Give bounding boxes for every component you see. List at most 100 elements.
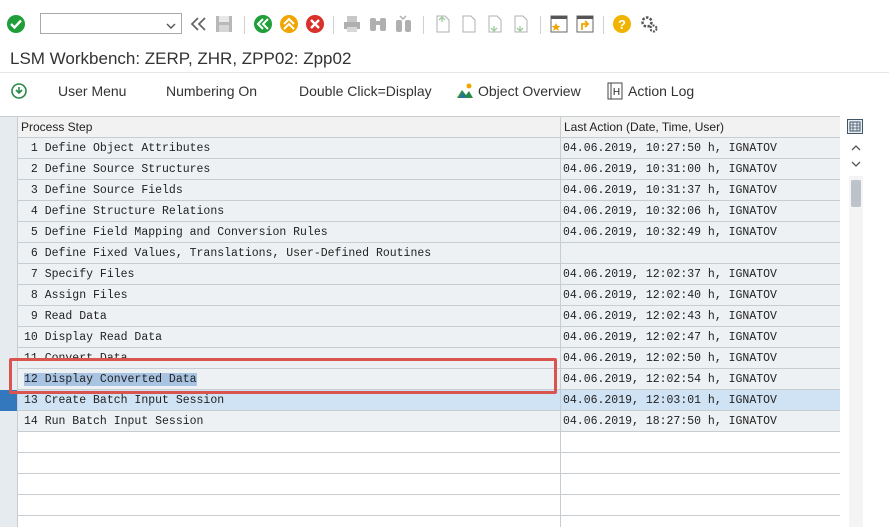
back-icon[interactable] [253,14,273,34]
last-page-icon[interactable] [510,14,530,34]
column-header-last-action[interactable]: Last Action (Date, Time, User) [561,117,840,138]
last-action-text: 04.06.2019, 12:02:43 h, IGNATOV [563,310,777,323]
first-page-icon[interactable] [432,14,452,34]
table-row[interactable]: 8 Assign Files 04.06.2019, 12:02:40 h, IG… [18,285,840,306]
command-field[interactable] [40,13,182,34]
numbering-on-button[interactable]: Numbering On [166,81,257,101]
find-icon[interactable] [368,14,388,34]
customize-layout-icon[interactable] [639,14,659,34]
process-step-cell[interactable]: 4 Define Structure Relations [18,201,561,222]
process-step-cell[interactable] [18,474,561,495]
new-session-icon[interactable] [549,14,569,34]
action-log-label: Action Log [628,83,695,99]
process-step-cell[interactable]: 3 Define Source Fields [18,180,561,201]
previous-page-icon[interactable] [458,14,478,34]
scroll-down-icon[interactable] [851,159,861,171]
table-row[interactable]: 6 Define Fixed Values, Translations, Use… [18,243,840,264]
last-action-cell [561,516,840,527]
right-column [840,116,889,527]
process-step-cell[interactable]: 9 Read Data [18,306,561,327]
table-row[interactable]: 3 Define Source Fields 04.06.2019, 10:31:… [18,180,840,201]
table-row[interactable]: 14 Run Batch Input Session 04.06.2019, 18… [18,411,840,432]
highlight-annotation [9,358,557,394]
table-row[interactable] [18,516,840,527]
process-step-cell[interactable]: 7 Specify Files [18,264,561,285]
process-step-text: 2 Define Source Structures [24,163,211,176]
scroll-up-icon[interactable] [851,143,861,155]
last-action-text: 04.06.2019, 10:31:37 h, IGNATOV [563,184,777,197]
process-step-cell[interactable]: 1 Define Object Attributes [18,138,561,159]
svg-text:?: ? [618,17,626,32]
process-step-text: 4 Define Structure Relations [24,205,225,218]
exit-icon[interactable] [279,14,299,34]
help-icon[interactable]: ? [612,14,632,34]
find-next-icon[interactable] [394,14,414,34]
last-action-cell [561,432,840,453]
table-row[interactable] [18,453,840,474]
last-action-cell: 04.06.2019, 18:27:50 h, IGNATOV [561,411,840,432]
scrollbar-thumb[interactable] [851,180,861,207]
last-action-text: 04.06.2019, 12:02:40 h, IGNATOV [563,289,777,302]
table-row[interactable]: 10 Display Read Data 04.06.2019, 12:02:47… [18,327,840,348]
object-overview-button[interactable]: Object Overview [456,81,581,101]
process-step-text: 1 Define Object Attributes [24,142,211,155]
process-step-cell[interactable] [18,432,561,453]
cancel-icon[interactable] [305,14,325,34]
table-row[interactable] [18,432,840,453]
table-row[interactable]: 1 Define Object Attributes 04.06.2019, 10… [18,138,840,159]
table-row[interactable] [18,495,840,516]
table-settings-icon[interactable] [847,119,863,134]
last-action-cell: 04.06.2019, 10:32:06 h, IGNATOV [561,201,840,222]
print-icon[interactable] [342,14,362,34]
last-action-cell: 04.06.2019, 12:03:01 h, IGNATOV [561,390,840,411]
enter-icon[interactable] [6,14,26,34]
column-header-process-step[interactable]: Process Step [18,117,561,138]
last-action-cell: 04.06.2019, 12:02:47 h, IGNATOV [561,327,840,348]
process-step-cell[interactable] [18,453,561,474]
row-selector-column [0,117,18,527]
process-step-cell[interactable] [18,516,561,527]
process-step-cell[interactable]: 14 Run Batch Input Session [18,411,561,432]
process-step-text: 5 Define Field Mapping and Conversion Ru… [24,226,328,239]
table-row[interactable]: 7 Specify Files 04.06.2019, 12:02:37 h, I… [18,264,840,285]
user-menu-button[interactable]: User Menu [58,81,126,101]
process-step-cell[interactable] [18,495,561,516]
page-title: LSM Workbench: ZERP, ZHR, ZPP02: Zpp02 [10,49,352,68]
vertical-scrollbar[interactable] [849,176,863,527]
svg-text:H: H [613,87,620,98]
process-step-text: 3 Define Source Fields [24,184,183,197]
create-shortcut-icon[interactable] [575,14,595,34]
process-step-cell[interactable]: 8 Assign Files [18,285,561,306]
process-step-text: 14 Run Batch Input Session [24,415,204,428]
last-action-text: 04.06.2019, 10:27:50 h, IGNATOV [563,142,777,155]
save-icon[interactable] [214,14,234,34]
table-row[interactable]: 5 Define Field Mapping and Conversion Ru… [18,222,840,243]
process-step-cell[interactable]: 5 Define Field Mapping and Conversion Ru… [18,222,561,243]
process-step-text: 6 Define Fixed Values, Translations, Use… [24,247,432,260]
table-row[interactable]: 9 Read Data 04.06.2019, 12:02:43 h, IGNAT… [18,306,840,327]
last-action-text: 04.06.2019, 10:32:49 h, IGNATOV [563,226,777,239]
mountain-chart-icon [457,83,473,98]
collapse-toolbar-icon[interactable] [188,14,208,34]
title-divider [0,72,889,73]
double-click-display-button[interactable]: Double Click=Display [299,81,432,101]
action-log-button[interactable]: H Action Log [606,81,694,101]
last-action-cell: 04.06.2019, 10:27:50 h, IGNATOV [561,138,840,159]
toolbar-separator [244,16,245,34]
last-action-text: 04.06.2019, 10:31:00 h, IGNATOV [563,163,777,176]
table-row[interactable] [18,474,840,495]
process-step-cell[interactable]: 6 Define Fixed Values, Translations, Use… [18,243,561,264]
process-step-cell[interactable]: 2 Define Source Structures [18,159,561,180]
table-row[interactable]: 2 Define Source Structures 04.06.2019, 10… [18,159,840,180]
command-dropdown-icon[interactable] [166,18,176,36]
toolbar-separator [333,16,334,34]
table-row[interactable]: 4 Define Structure Relations 04.06.2019, … [18,201,840,222]
last-action-cell [561,495,840,516]
process-step-cell[interactable]: 10 Display Read Data [18,327,561,348]
next-page-icon[interactable] [484,14,504,34]
process-step-text: 8 Assign Files [24,289,128,302]
refresh-icon[interactable] [10,81,32,101]
toolbar-separator [603,16,604,34]
last-action-cell: 04.06.2019, 10:32:49 h, IGNATOV [561,222,840,243]
object-overview-label: Object Overview [478,83,581,99]
